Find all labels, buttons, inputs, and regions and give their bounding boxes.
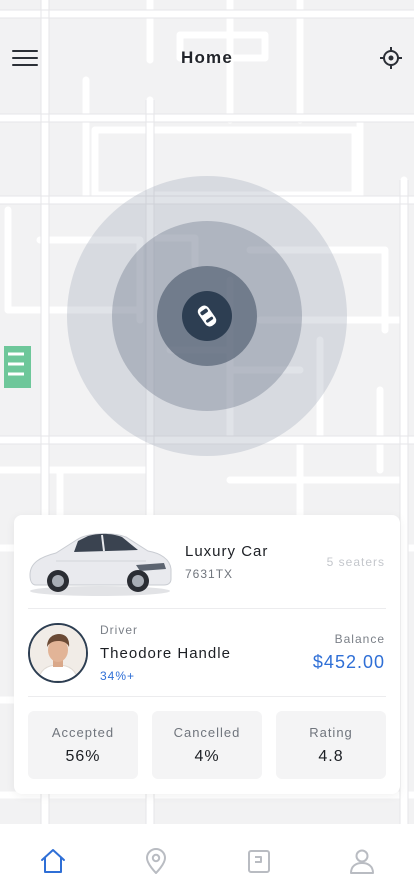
home-icon: [41, 849, 65, 873]
stat-cancelled: Cancelled 4%: [152, 711, 262, 779]
ride-info-card: Luxury Car 7631TX 5 seaters Driver Theod…: [14, 515, 400, 794]
bottom-tab-bar: [0, 824, 414, 896]
wallet-icon: [248, 850, 270, 873]
stat-label: Rating: [309, 725, 353, 740]
tab-profile[interactable]: [347, 846, 377, 876]
stat-accepted: Accepted 56%: [28, 711, 138, 779]
driver-avatar[interactable]: [28, 623, 88, 683]
header: Home: [0, 36, 414, 80]
page-title: Home: [180, 48, 234, 67]
tab-wallet[interactable]: [244, 846, 274, 876]
driver-label: Driver: [100, 623, 138, 637]
driver-photo: [30, 625, 86, 681]
stat-label: Accepted: [51, 725, 115, 740]
car-image: [29, 533, 172, 596]
stat-value: 4%: [194, 748, 220, 765]
balance-label: Balance: [334, 632, 385, 646]
stat-rating: Rating 4.8: [276, 711, 386, 779]
crosshair-locate-icon: [380, 47, 402, 69]
driver-name: Theodore Handle: [100, 645, 231, 662]
vehicle-seaters: 5 seaters: [326, 555, 385, 569]
divider: [28, 608, 386, 609]
stat-label: Cancelled: [173, 725, 241, 740]
divider: [28, 696, 386, 697]
car-marker[interactable]: [182, 291, 232, 341]
location-pin-icon: [146, 848, 166, 874]
balance-value: $452.00: [312, 652, 385, 672]
tab-home[interactable]: [38, 846, 68, 876]
vehicle-plate: 7631TX: [185, 567, 234, 581]
stat-value: 4.8: [318, 748, 344, 765]
profile-icon: [350, 849, 374, 874]
vehicle-name: Luxury Car: [185, 543, 269, 560]
locate-button[interactable]: [379, 46, 403, 70]
tab-location[interactable]: [141, 846, 171, 876]
driver-percent: 34%+: [100, 669, 136, 683]
stat-value: 56%: [65, 748, 101, 765]
car-top-view-icon: [197, 305, 217, 327]
